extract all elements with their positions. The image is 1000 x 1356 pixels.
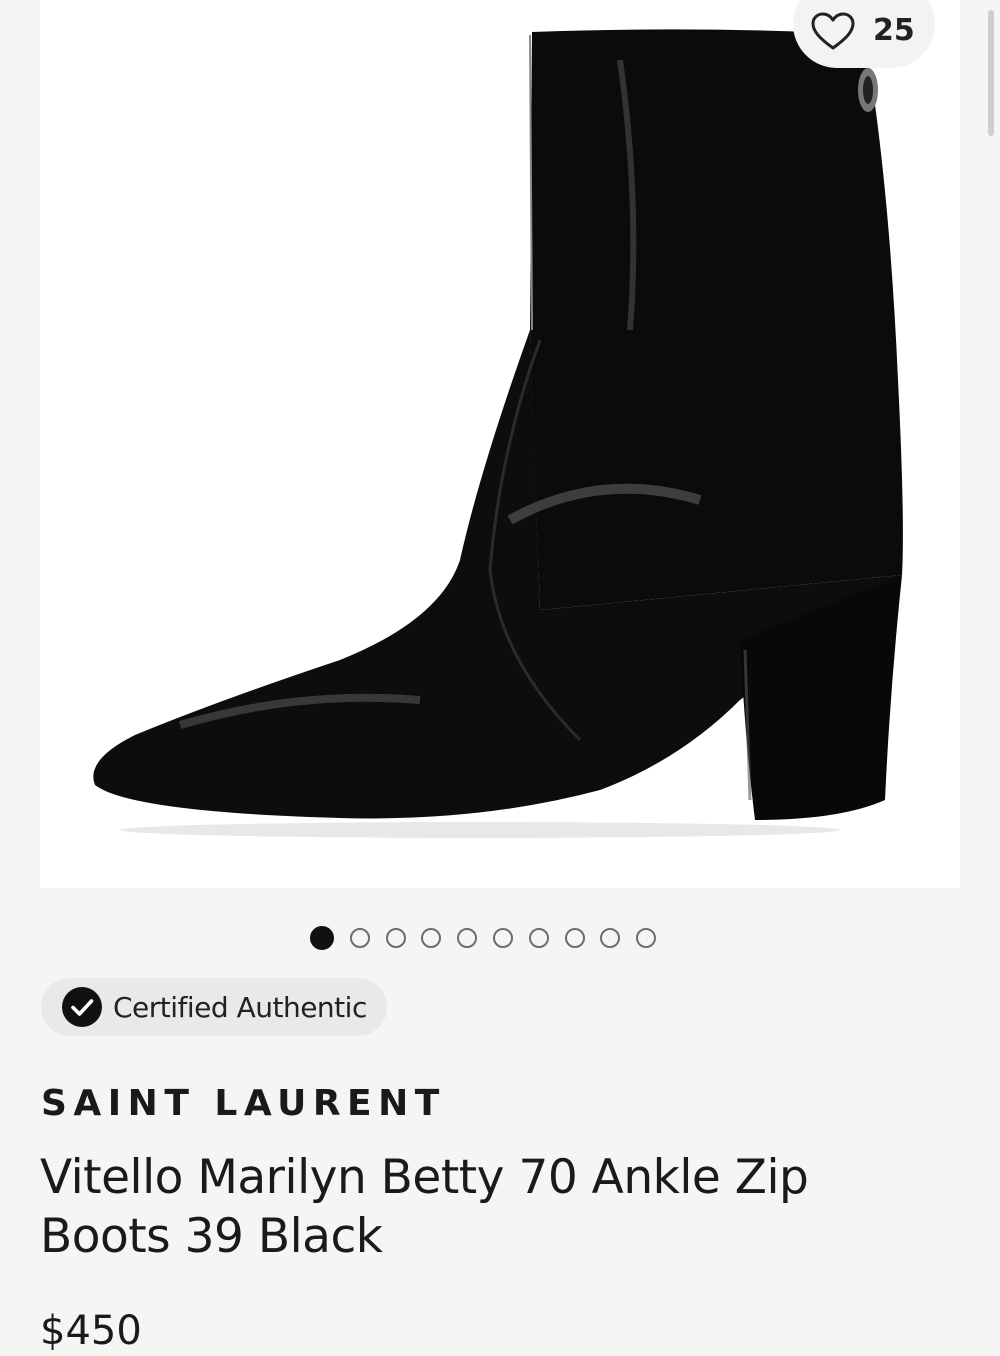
check-circle-icon bbox=[62, 987, 102, 1027]
like-button[interactable]: 25 bbox=[793, 0, 935, 68]
product-image-frame[interactable] bbox=[40, 0, 960, 888]
scrollbar[interactable] bbox=[988, 10, 994, 136]
badge-label: Certified Authentic bbox=[113, 990, 367, 1024]
pagination-dot[interactable] bbox=[564, 928, 585, 948]
product-title: Vitello Marilyn Betty 70 Ankle Zip Boots… bbox=[40, 1150, 809, 1264]
brand-name[interactable]: SAINT LAURENT bbox=[41, 1082, 446, 1126]
heart-outline-icon bbox=[811, 12, 855, 50]
like-count: 25 bbox=[873, 13, 915, 48]
product-price: $450 bbox=[40, 1308, 142, 1354]
pagination-dot[interactable] bbox=[600, 928, 621, 948]
pagination-dot[interactable] bbox=[421, 928, 442, 948]
pagination-dot[interactable] bbox=[349, 928, 370, 948]
pagination-dot[interactable] bbox=[492, 928, 513, 948]
pagination-dot[interactable] bbox=[636, 928, 657, 948]
pagination-dot-active[interactable] bbox=[310, 926, 334, 950]
gallery-pagination bbox=[310, 926, 657, 950]
pagination-dot[interactable] bbox=[457, 928, 478, 948]
pagination-dot[interactable] bbox=[528, 928, 549, 948]
product-image-boot[interactable] bbox=[40, 0, 960, 888]
pagination-dot[interactable] bbox=[385, 928, 406, 948]
certified-authentic-badge[interactable]: Certified Authentic bbox=[41, 978, 387, 1036]
